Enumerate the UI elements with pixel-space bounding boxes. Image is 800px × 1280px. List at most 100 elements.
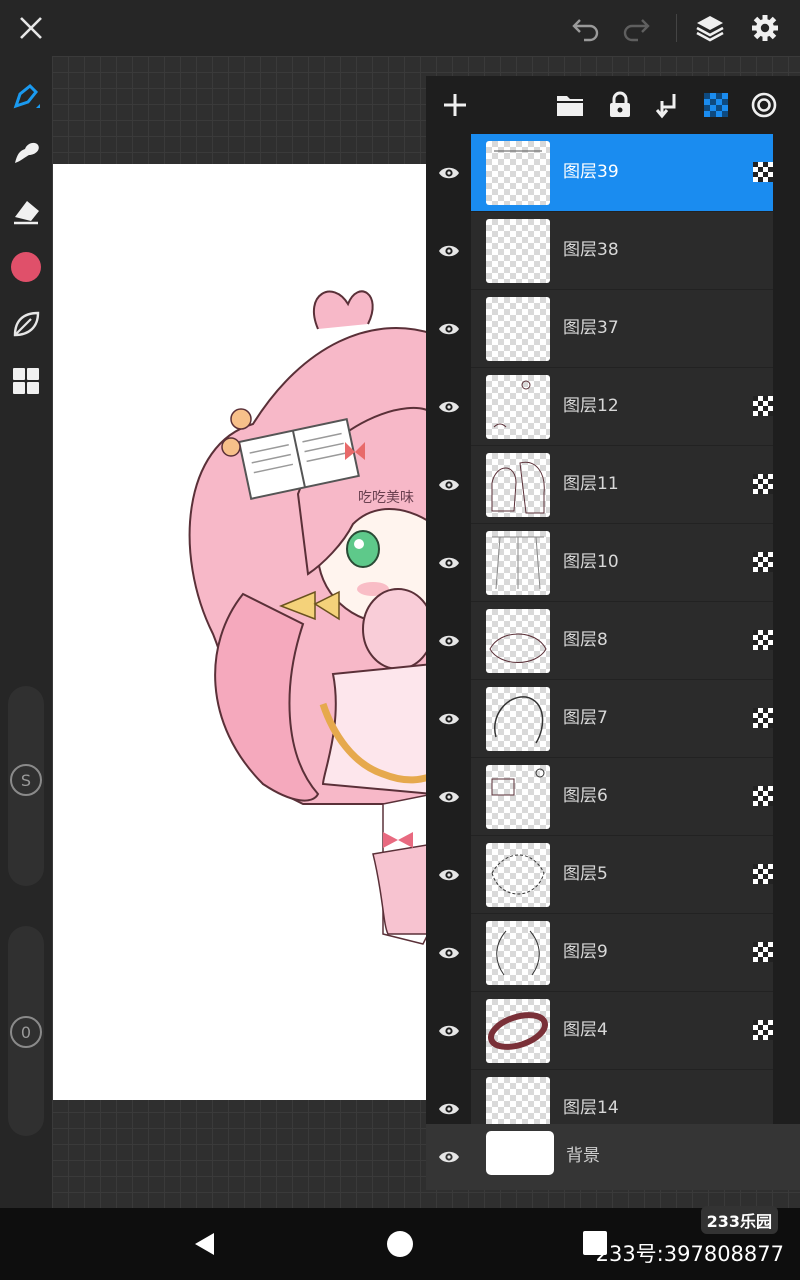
visibility-toggle[interactable] (426, 680, 471, 758)
layer-row[interactable]: 图层39 (426, 134, 800, 212)
layer-item[interactable]: 图层37 (471, 290, 773, 368)
watermark-logo: 233乐园 (700, 1206, 778, 1234)
layer-row[interactable]: 图层12 (426, 368, 800, 446)
opacity-slider[interactable]: 0 (8, 926, 44, 1136)
eye-icon (438, 869, 459, 881)
add-icon (444, 94, 466, 116)
smudge-icon[interactable] (6, 132, 46, 172)
clipping-button[interactable] (696, 85, 736, 125)
visibility-toggle[interactable] (426, 446, 471, 524)
layer-name: 图层5 (563, 864, 608, 884)
layer-item[interactable]: 图层11 (471, 446, 773, 524)
layer-item[interactable]: 图层39 (471, 134, 773, 212)
size-slider-knob[interactable]: S (10, 764, 42, 796)
layer-thumbnail (486, 531, 550, 595)
eraser-icon[interactable] (6, 190, 46, 230)
divider (676, 14, 677, 42)
layers-icon[interactable] (690, 8, 730, 48)
pen-icon[interactable] (6, 76, 46, 116)
redo-icon[interactable] (616, 8, 656, 48)
undo-icon[interactable] (566, 8, 606, 48)
reference-button[interactable] (744, 85, 784, 125)
layer-row[interactable]: 图层6 (426, 758, 800, 836)
layer-item[interactable]: 图层4 (471, 992, 773, 1070)
reference-icon (751, 92, 777, 118)
visibility-toggle[interactable] (426, 758, 471, 836)
visibility-toggle[interactable] (426, 992, 471, 1070)
layer-row[interactable]: 图层4 (426, 992, 800, 1070)
layer-item[interactable]: 图层38 (471, 212, 773, 290)
layer-name: 图层37 (563, 318, 619, 338)
leaf-icon[interactable] (6, 304, 46, 344)
layer-name: 图层6 (563, 786, 608, 806)
layer-panel: 图层39 图层38 图层37 图层12 图层11 图层10 图层8 图层7 图层6 图层5 图层9 图… (426, 76, 800, 1190)
layer-name: 图层11 (563, 474, 619, 494)
layer-thumbnail (486, 1131, 554, 1175)
layer-thumbnail (486, 921, 550, 985)
brush-size-slider[interactable]: S (8, 686, 44, 886)
settings-icon[interactable] (745, 8, 785, 48)
color-swatch[interactable] (6, 247, 46, 287)
layer-item[interactable]: 图层10 (471, 524, 773, 602)
visibility-toggle[interactable] (426, 602, 471, 680)
layer-item[interactable]: 图层9 (471, 914, 773, 992)
clipping-indicator-icon (753, 786, 773, 806)
clipping-indicator-icon (753, 942, 773, 962)
layer-name: 图层12 (563, 396, 619, 416)
layer-item[interactable]: 图层12 (471, 368, 773, 446)
layer-name: 图层4 (563, 1020, 608, 1040)
opacity-slider-knob[interactable]: 0 (10, 1016, 42, 1048)
layer-list: 图层39 图层38 图层37 图层12 图层11 图层10 图层8 图层7 图层6 图层5 图层9 图… (426, 134, 800, 1148)
layer-panel-toolbar (426, 76, 800, 134)
visibility-toggle[interactable] (426, 368, 471, 446)
artwork-text: 吃吃美味 (358, 490, 414, 506)
layer-row[interactable]: 图层9 (426, 914, 800, 992)
visibility-toggle[interactable] (426, 1124, 471, 1190)
visibility-toggle[interactable] (426, 290, 471, 368)
layer-thumbnail (486, 765, 550, 829)
layer-name: 图层10 (563, 552, 619, 572)
eye-icon (438, 557, 459, 569)
layer-item[interactable]: 图层7 (471, 680, 773, 758)
artwork: 吃吃美味 (188, 290, 433, 945)
visibility-toggle[interactable] (426, 836, 471, 914)
visibility-toggle[interactable] (426, 212, 471, 290)
home-icon[interactable] (387, 1231, 413, 1257)
layer-row[interactable]: 图层7 (426, 680, 800, 758)
drawing-canvas[interactable]: 吃吃美味 (53, 164, 433, 1100)
background-layer-name: 背景 (566, 1146, 600, 1166)
close-icon[interactable] (11, 8, 51, 48)
layer-row[interactable]: 图层37 (426, 290, 800, 368)
layer-name: 图层7 (563, 708, 608, 728)
clipping-indicator-icon (753, 162, 773, 182)
layer-thumbnail (486, 843, 550, 907)
layer-row[interactable]: 图层8 (426, 602, 800, 680)
layer-item[interactable]: 图层6 (471, 758, 773, 836)
layer-item[interactable]: 图层8 (471, 602, 773, 680)
eye-icon (438, 323, 459, 335)
visibility-toggle[interactable] (426, 524, 471, 602)
grid-icon[interactable] (6, 361, 46, 401)
merge-down-icon (656, 94, 676, 119)
lock-button[interactable] (600, 85, 640, 125)
layer-row[interactable]: 图层10 (426, 524, 800, 602)
visibility-toggle[interactable] (426, 914, 471, 992)
layer-thumbnail (486, 609, 550, 673)
layer-thumbnail (486, 297, 550, 361)
eye-icon (438, 791, 459, 803)
top-bar (0, 0, 800, 56)
eye-icon (438, 1151, 459, 1163)
layer-item[interactable]: 图层5 (471, 836, 773, 914)
eye-icon (438, 635, 459, 647)
eye-icon (438, 167, 459, 179)
back-icon[interactable] (190, 1230, 218, 1262)
folder-button[interactable] (550, 85, 590, 125)
layer-row[interactable]: 图层38 (426, 212, 800, 290)
merge-down-button[interactable] (648, 85, 688, 125)
layer-thumbnail (486, 687, 550, 751)
layer-row[interactable]: 图层11 (426, 446, 800, 524)
layer-row[interactable]: 图层5 (426, 836, 800, 914)
add-layer-button[interactable] (435, 85, 475, 125)
visibility-toggle[interactable] (426, 134, 471, 212)
background-layer-row[interactable]: 背景 (426, 1124, 800, 1190)
